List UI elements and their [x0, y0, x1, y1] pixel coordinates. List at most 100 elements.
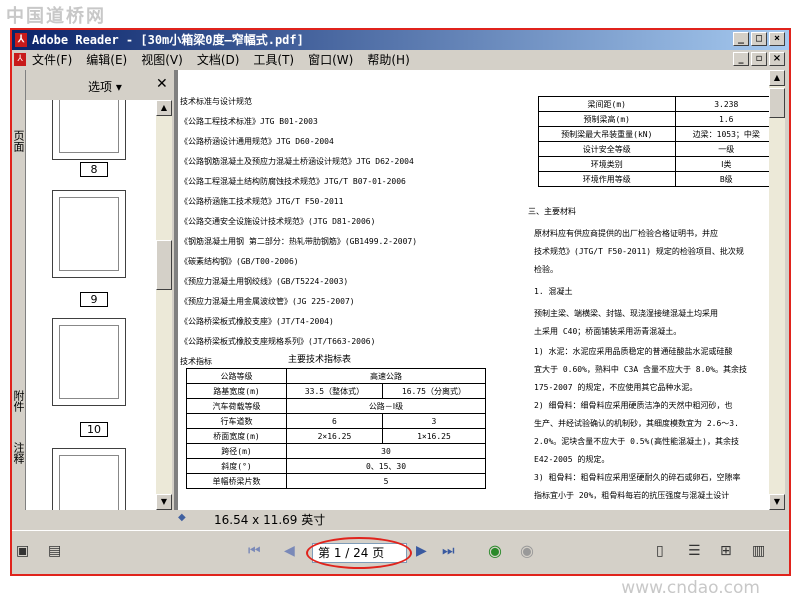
reader-window: ⅄ Adobe Reader - [30m小箱梁0度—窄幅式.pdf] _ □ … — [12, 30, 789, 574]
tab-comments[interactable]: 注释 — [12, 442, 26, 464]
spec-line: 《公路桥梁板式橡胶支座规格系列》(JT/T663-2006) — [180, 337, 376, 346]
nav-tabs: 页面 附件 注释 — [12, 70, 26, 510]
document-page: 技术标准与设计规范 《公路工程技术标准》JTG B01-2003 《公路桥涵设计通用… — [178, 70, 769, 510]
table-cell: 公路－Ⅰ级 — [286, 398, 486, 414]
thumbnail-list[interactable]: 8 9 10 — [26, 100, 156, 510]
table-cell: 预制梁高(m) — [538, 111, 676, 127]
table-cell: 环境作用等级 — [538, 171, 676, 187]
options-button[interactable]: 选项 ▾ — [88, 78, 122, 95]
spec-line: 《碳素结构钢》(GB/T00-2006) — [180, 257, 299, 266]
table-cell: 0、15、30 — [286, 458, 486, 474]
page-thumbnail-9[interactable] — [52, 190, 126, 278]
title-bar: ⅄ Adobe Reader - [30m小箱梁0度—窄幅式.pdf] _ □ … — [12, 30, 789, 50]
doc-close-button[interactable]: × — [769, 52, 785, 66]
table-row: 公路等级 高速公路 — [186, 368, 486, 384]
table-row: 梁间距(m) 3.238 — [538, 96, 769, 112]
table-title: 主要技术指标表 — [288, 355, 352, 365]
last-page-icon[interactable]: ⏭ — [442, 543, 455, 559]
adobe-icon: ⅄ — [15, 33, 27, 47]
doc-scroll-thumb[interactable] — [769, 88, 785, 118]
navigation-toolbar: ▣ ▤ ⏮ ◀ 第 1 / 24 页 ▶ ⏭ ◉ ◉ ▯ ☰ ⊞ ▥ — [12, 530, 789, 574]
doc-icon: ⅄ — [14, 52, 26, 66]
facing-icon[interactable]: ⊞ — [720, 543, 732, 559]
table-row: 单幅桥梁片数 5 — [186, 473, 486, 489]
scroll-down-icon[interactable]: ▼ — [156, 494, 172, 510]
table-cell: 3.238 — [674, 96, 769, 112]
table-cell: 预制梁最大吊装重量(kN) — [538, 126, 676, 142]
menu-bar: ⅄ 文件(F) 编辑(E) 视图(V) 文档(D) 工具(T) 窗口(W) 帮助… — [12, 50, 789, 68]
table-cell: 6 — [286, 413, 383, 429]
page-thumbnail-11[interactable] — [52, 448, 126, 510]
single-page-icon[interactable]: ▯ — [656, 543, 664, 559]
continuous-icon[interactable]: ☰ — [688, 543, 701, 559]
menu-tools[interactable]: 工具(T) — [253, 51, 294, 68]
info-icon[interactable]: ◆ — [178, 512, 186, 523]
status-bar: ◆ 16.54 x 11.69 英寸 — [174, 510, 769, 528]
table-cell: 16.75（分离式） — [381, 383, 487, 399]
scroll-up-icon[interactable]: ▲ — [156, 100, 172, 116]
table-cell: 斜度(°) — [186, 458, 287, 474]
nav-close-button[interactable]: ✕ — [156, 76, 168, 92]
page-thumbnail-10[interactable] — [52, 318, 126, 406]
table-cell: 高速公路 — [286, 368, 486, 384]
table-cell: 路基宽度(m) — [186, 383, 287, 399]
table-cell: 单幅桥梁片数 — [186, 473, 287, 489]
menu-file[interactable]: 文件(F) — [32, 51, 72, 68]
table-row: 斜度(°) 0、15、30 — [186, 458, 486, 474]
menu-edit[interactable]: 编辑(E) — [86, 51, 127, 68]
table-cell: 1.6 — [674, 111, 769, 127]
spec-line: 《预应力混凝土用金属波纹管》(JG 225-2007) — [180, 297, 355, 306]
material-line: 3) 粗骨料：粗骨料应采用坚硬耐久的碎石或卵石，空隙率 — [534, 473, 741, 482]
minimize-button[interactable]: _ — [733, 32, 749, 46]
tab-pages[interactable]: 页面 — [12, 130, 26, 152]
maximize-button[interactable]: □ — [751, 32, 767, 46]
spec-line: 《公路桥涵施工技术规范》JTG/T F50-2011 — [180, 197, 344, 206]
spec-line: 《公路交通安全设施设计技术规范》(JTG D81-2006) — [180, 217, 376, 226]
menu-document[interactable]: 文档(D) — [197, 51, 240, 68]
close-button[interactable]: × — [769, 32, 785, 46]
tab-attachments[interactable]: 附件 — [12, 390, 26, 412]
previous-page-icon[interactable]: ◀ — [284, 543, 295, 559]
menu-window[interactable]: 窗口(W) — [308, 51, 353, 68]
watermark-top: 中国道桥网 — [6, 6, 106, 27]
material-line: 技术规范》(JTG/T F50-2011) 规定的检验项目、批次规 — [534, 247, 744, 256]
doc-scroll-up-icon[interactable]: ▲ — [769, 70, 785, 86]
nav-scrollbar[interactable]: ▲ ▼ — [156, 100, 172, 510]
material-line: 土采用 C40；桥面铺装采用沥青混凝土。 — [534, 327, 682, 336]
document-view[interactable]: 技术标准与设计规范 《公路工程技术标准》JTG B01-2003 《公路桥涵设计通用… — [174, 70, 769, 510]
page-icon[interactable]: ▤ — [48, 543, 61, 559]
first-page-icon[interactable]: ⏮ — [248, 543, 261, 559]
next-page-icon[interactable]: ▶ — [416, 543, 427, 559]
page-number-8: 8 — [80, 162, 108, 177]
table-cell: 33.5（整体式） — [286, 383, 383, 399]
navigation-panel: 页面 附件 注释 选项 ▾ ✕ 8 9 10 ▲ ▼ — [12, 70, 172, 510]
monitor-icon[interactable]: ▣ — [16, 543, 29, 559]
material-line: 预制主梁、端横梁、封锚、现浇湿接缝混凝土均采用 — [534, 309, 718, 318]
doc-minimize-button[interactable]: _ — [733, 52, 749, 66]
menu-view[interactable]: 视图(V) — [141, 51, 183, 68]
back-icon[interactable]: ◉ — [488, 541, 502, 560]
spec-line: 技术指标 — [180, 357, 212, 366]
page-size: 16.54 x 11.69 英寸 — [214, 513, 326, 527]
material-line: 宜大于 0.60%，熟料中 C3A 含量不应大于 8.0%。其余技 — [534, 365, 748, 374]
right-spec-table: 梁间距(m) 3.238 预制梁高(m) 1.6 预制梁最大吊装重量(kN) 边梁：105… — [538, 96, 769, 187]
spec-line: 《公路桥涵设计通用规范》JTG D60-2004 — [180, 137, 334, 146]
material-line: 175-2007 的规定，不应使用其它品种水泥。 — [534, 383, 698, 392]
material-line: 三、主要材料 — [528, 207, 576, 216]
forward-icon[interactable]: ◉ — [520, 541, 534, 560]
doc-scroll-down-icon[interactable]: ▼ — [769, 494, 785, 510]
table-cell: 5 — [286, 473, 486, 489]
continuous-facing-icon[interactable]: ▥ — [752, 543, 765, 559]
doc-scrollbar[interactable]: ▲ ▼ — [769, 70, 785, 510]
material-line: 生产、并经试验确认的机制砂，其细度模数宜为 2.6～3. — [534, 419, 739, 428]
table-cell: 梁间距(m) — [538, 96, 676, 112]
spec-table: 公路等级 高速公路 路基宽度(m) 33.5（整体式） 16.75（分离式） 汽车荷载等级… — [186, 368, 487, 489]
page-thumbnail-8[interactable] — [52, 100, 126, 160]
menu-help[interactable]: 帮助(H) — [367, 51, 409, 68]
nav-scroll-thumb[interactable] — [156, 240, 172, 290]
doc-restore-button[interactable]: ▫ — [751, 52, 767, 66]
spec-line: 《公路钢筋混凝土及预应力混凝土桥涵设计规范》JTG D62-2004 — [180, 157, 414, 166]
table-row: 环境作用等级 B级 — [538, 171, 769, 187]
table-cell: 2×16.25 — [286, 428, 383, 444]
material-line: 原材料应有供应商提供的出厂检验合格证明书，并应 — [534, 229, 718, 238]
